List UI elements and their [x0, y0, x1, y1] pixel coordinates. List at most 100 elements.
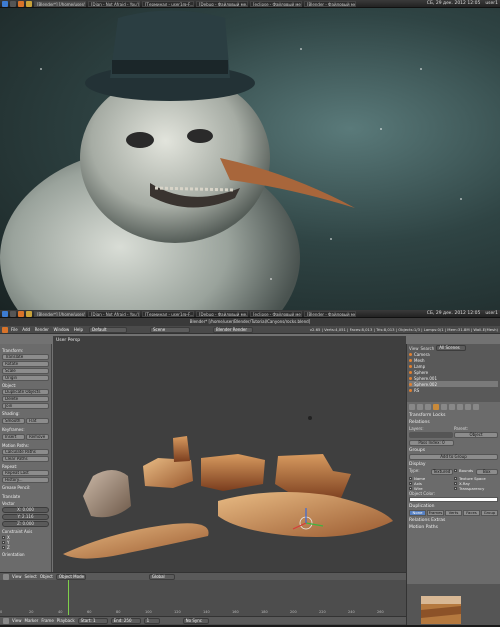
mode-selector[interactable]: Object Mode — [55, 573, 86, 580]
terminal-icon[interactable] — [10, 310, 16, 317]
flat-button[interactable]: Flat — [26, 418, 49, 424]
join-button[interactable]: Join — [2, 403, 49, 409]
outliner-filter-selector[interactable]: All Scenes — [436, 345, 467, 351]
dup-faces-tab[interactable]: Faces — [463, 510, 480, 516]
delete-button[interactable]: Delete — [2, 396, 49, 402]
user-name[interactable]: user1 — [485, 311, 498, 316]
timeline-marker-menu[interactable]: Marker — [25, 618, 39, 623]
task-music[interactable]: [Djan - Not Afraid - You'l... — [88, 0, 140, 7]
timeline-playback-menu[interactable]: Playback — [57, 618, 75, 623]
files-icon[interactable] — [26, 0, 32, 7]
add-to-group-button[interactable]: Add to Group — [409, 454, 498, 460]
object-tab-icon[interactable] — [433, 404, 439, 410]
constraints-tab-icon[interactable] — [441, 404, 447, 410]
browser-icon[interactable] — [18, 0, 24, 7]
texture-tab-icon[interactable] — [473, 404, 479, 410]
outliner-search-menu[interactable]: Search — [421, 346, 435, 351]
outliner-item-rs[interactable]: RS — [409, 387, 498, 393]
groups-panel[interactable]: Groups — [409, 448, 498, 453]
task-terminal[interactable]: [Терминал - user1@-F... — [142, 310, 194, 317]
current-frame-field[interactable]: 1 — [143, 617, 160, 624]
task-terminal[interactable]: [Терминал - user1@-F... — [142, 0, 194, 7]
origin-button[interactable]: Origin — [2, 375, 49, 381]
render-engine-selector[interactable]: Blender Render — [212, 326, 253, 333]
duplicate-button[interactable]: Duplicate Objects — [2, 389, 49, 395]
view-menu[interactable]: View — [12, 574, 22, 579]
menu-window[interactable]: Window — [53, 327, 69, 332]
editor-type-icon[interactable] — [2, 326, 8, 333]
grease-pencil-header[interactable]: Grease Pencil: — [2, 485, 49, 490]
timeline-frame-menu[interactable]: Frame — [41, 618, 53, 623]
translate-button[interactable]: Translate — [2, 354, 49, 360]
menu-file[interactable]: File — [11, 327, 18, 332]
object-menu[interactable]: Object — [40, 574, 53, 579]
task-blender[interactable]: [Blender*] [/home/user/... — [34, 0, 86, 7]
object-color-swatch[interactable] — [409, 497, 498, 502]
bounds-checkbox[interactable]: Bounds — [454, 468, 475, 473]
duplication-panel[interactable]: Duplication — [409, 504, 498, 509]
dup-verts-tab[interactable]: Verts — [445, 510, 462, 516]
material-tab-icon[interactable] — [465, 404, 471, 410]
task-debug[interactable]: [Debug - Файловый ме... — [196, 0, 248, 7]
dup-frames-tab[interactable]: Frames — [427, 510, 444, 516]
clock[interactable]: СБ, 29 дек. 2012 12:05 — [427, 1, 481, 6]
display-panel[interactable]: Display — [409, 462, 498, 467]
world-tab-icon[interactable] — [425, 404, 431, 410]
menu-icon[interactable] — [2, 310, 8, 317]
editor-type-icon[interactable] — [3, 617, 9, 624]
clock[interactable]: СБ, 29 дек. 2012 12:05 — [427, 311, 481, 316]
browser-icon[interactable] — [18, 310, 24, 317]
display-type-selector[interactable]: Textured — [430, 469, 453, 475]
data-tab-icon[interactable] — [457, 404, 463, 410]
repeat-last-button[interactable]: Repeat Last — [2, 470, 49, 476]
render-tab-icon[interactable] — [409, 404, 415, 410]
menu-add[interactable]: Add — [22, 327, 30, 332]
rotate-button[interactable]: Rotate — [2, 361, 49, 367]
layers-grid[interactable] — [409, 432, 453, 438]
dup-group-tab[interactable]: Group — [481, 510, 498, 516]
motion-paths-panel[interactable]: Motion Paths — [409, 525, 498, 530]
menu-render[interactable]: Render — [35, 327, 49, 332]
remove-keyframe-button[interactable]: Remove — [26, 434, 49, 440]
constraint-z-checkbox[interactable]: Z — [2, 545, 49, 550]
relations-extras-panel[interactable]: Relations Extras — [409, 518, 498, 523]
task-blender[interactable]: [Blender*] [/home/user/... — [34, 310, 86, 317]
start-frame-field[interactable]: Start: 1 — [77, 617, 108, 624]
clear-paths-button[interactable]: Clear Paths — [2, 456, 49, 462]
relations-panel[interactable]: Relations — [409, 420, 498, 425]
menu-help[interactable]: Help — [74, 327, 83, 332]
pass-index-field[interactable]: Pass Index: 0 — [409, 440, 454, 446]
vector-y-field[interactable]: Y: 2.116 — [2, 514, 49, 520]
editor-type-icon[interactable] — [3, 573, 9, 580]
layout-selector[interactable]: Default — [88, 326, 127, 333]
insert-keyframe-button[interactable]: Insert — [2, 434, 25, 440]
task-blender-files[interactable]: [Blender - Файловый ме... — [304, 310, 356, 317]
task-eclipse[interactable]: [eclipse - Файловый ме... — [250, 310, 302, 317]
scene-tab-icon[interactable] — [417, 404, 423, 410]
parent-field[interactable]: Object — [454, 432, 498, 438]
modifiers-tab-icon[interactable] — [449, 404, 455, 410]
transparency-checkbox[interactable]: Transparency — [454, 486, 498, 491]
history-button[interactable]: History... — [2, 477, 49, 483]
task-music[interactable]: [Djan - Not Afraid - You'l... — [88, 310, 140, 317]
calculate-paths-button[interactable]: Calculate Paths — [2, 449, 49, 455]
sync-selector[interactable]: No Sync — [182, 617, 209, 624]
dup-none-tab[interactable]: None — [409, 510, 426, 516]
vector-x-field[interactable]: X: 0.000 — [2, 507, 49, 513]
end-frame-field[interactable]: End: 250 — [110, 617, 141, 624]
timeline[interactable]: 0 20 40 60 80 100 120 140 160 180 200 220 240 2… — [0, 580, 406, 625]
outliner-view-menu[interactable]: View — [409, 346, 419, 351]
user-name[interactable]: user1 — [485, 1, 498, 6]
vector-z-field[interactable]: Z: 0.000 — [2, 521, 49, 527]
transform-locks-panel[interactable]: Transform Locks — [409, 413, 498, 418]
select-menu[interactable]: Select — [25, 574, 37, 579]
orientation-selector[interactable]: Global — [148, 573, 175, 580]
scene-selector[interactable]: Scene — [149, 326, 190, 333]
task-eclipse[interactable]: [eclipse - Файловый ме... — [250, 0, 302, 7]
bounds-type-selector[interactable]: Box — [475, 469, 498, 475]
scale-button[interactable]: Scale — [2, 368, 49, 374]
files-icon[interactable] — [26, 310, 32, 317]
terminal-icon[interactable] — [10, 0, 16, 7]
timeline-view-menu[interactable]: View — [12, 618, 22, 623]
menu-icon[interactable] — [2, 0, 8, 7]
